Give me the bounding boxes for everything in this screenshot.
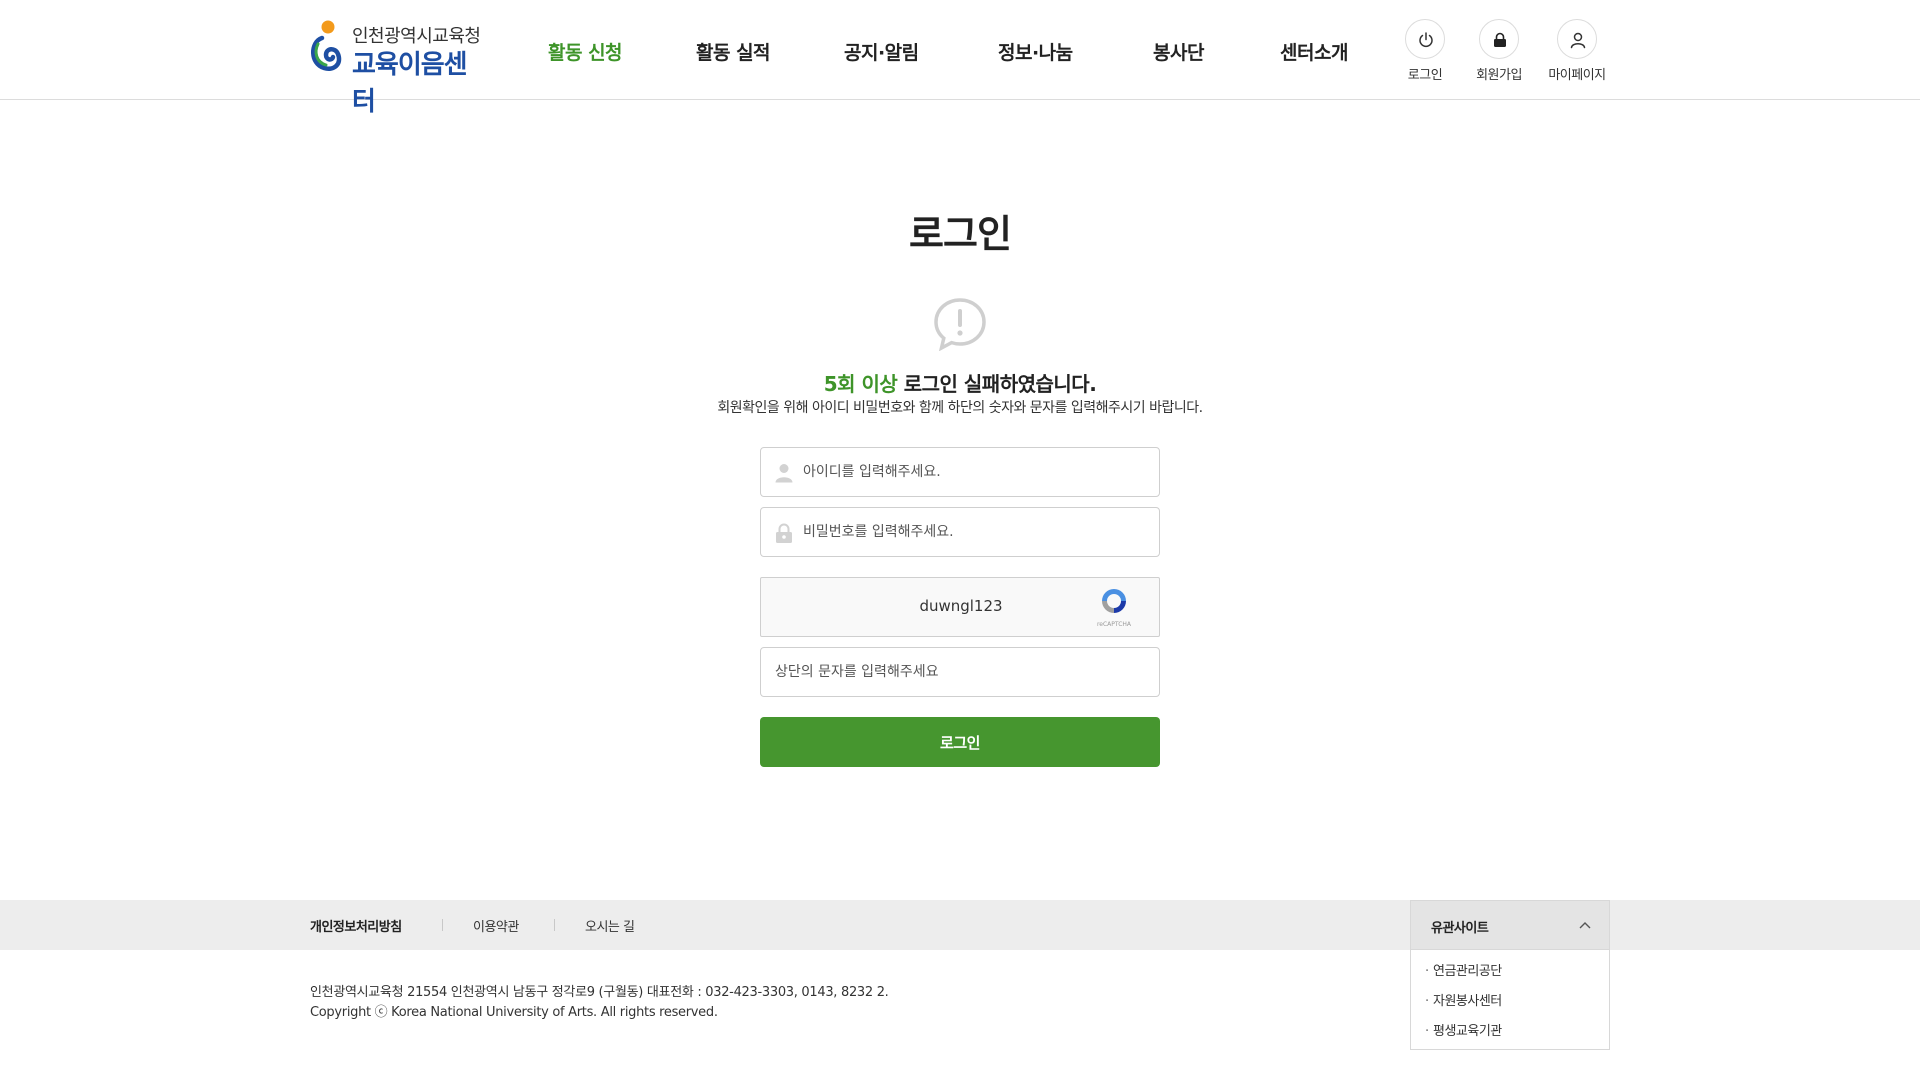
login-fail-description: 회원확인을 위해 아이디 비밀번호와 함께 하단의 숫자와 문자를 입력해주시기… (717, 400, 1203, 416)
footer-copyright: Copyright ⓒ Korea National University of… (310, 1005, 718, 1020)
login-link-label: 로그인 (1407, 68, 1443, 83)
nav-activity-apply[interactable]: 활동 신청 (548, 38, 623, 65)
nav-about[interactable]: 센터소개 (1280, 38, 1348, 65)
lock-icon (1494, 32, 1506, 47)
password-field (760, 507, 1160, 557)
footer-directions-link[interactable]: 오시는 길 (585, 916, 635, 935)
footer-link-bar (0, 900, 1920, 950)
user-icon (1570, 32, 1586, 49)
site-header: 인천광역시교육청 교육이음센터 활동 신청 활동 실적 공지·알림 정보·나눔 … (0, 0, 1920, 117)
signup-link-label: 회원가입 (1476, 68, 1522, 83)
logo-text-center: 교육이음센터 (352, 50, 468, 117)
login-button[interactable]: 로그인 (760, 717, 1160, 767)
nav-activity-record[interactable]: 활동 실적 (696, 38, 771, 65)
alert-speech-bubble-icon (934, 298, 986, 351)
family-site-item-label: 연금관리공단 (1433, 964, 1502, 979)
footer-privacy-link[interactable]: 개인정보처리방침 (310, 916, 402, 935)
logo-emblem-icon (311, 20, 342, 71)
captcha-box: duwngl123 reCAPTCHA (760, 577, 1160, 637)
login-fail-message: 5회 이상 로그인 실패하였습니다. (0, 368, 1920, 397)
family-site-item[interactable]: · 자원봉사센터 (1411, 990, 1609, 1020)
recaptcha-badge: reCAPTCHA (1093, 586, 1135, 632)
recaptcha-label: reCAPTCHA (1096, 621, 1132, 628)
captcha-answer-field (760, 647, 1160, 697)
captcha-answer-input[interactable] (761, 648, 1159, 696)
mypage-link[interactable]: 마이페이지 (1537, 19, 1617, 83)
fail-count-highlight: 5회 이상 (823, 372, 898, 396)
footer-divider (554, 919, 555, 931)
footer-terms-link[interactable]: 이용약관 (473, 916, 519, 935)
family-site-toggle[interactable]: 유관사이트 (1410, 900, 1610, 950)
family-site-item-label: 평생교육기관 (1433, 1024, 1502, 1039)
site-logo[interactable]: 인천광역시교육청 교육이음센터 (308, 20, 488, 117)
family-site-item[interactable]: · 평생교육기관 (1411, 1020, 1609, 1050)
family-site-list: · 연금관리공단 · 자원봉사센터 · 평생교육기관 (1410, 950, 1610, 1050)
mypage-link-label: 마이페이지 (1548, 68, 1606, 83)
nav-info-share[interactable]: 정보·나눔 (998, 38, 1073, 65)
page-title: 로그인 (909, 212, 1012, 256)
nav-notice[interactable]: 공지·알림 (844, 38, 919, 65)
recaptcha-icon (1102, 589, 1126, 613)
fail-message-text: 로그인 실패하였습니다. (897, 372, 1097, 396)
password-input[interactable] (761, 508, 1159, 556)
user-id-input[interactable] (761, 448, 1159, 496)
power-icon (1419, 32, 1433, 48)
nav-volunteer[interactable]: 봉사단 (1153, 38, 1204, 65)
login-link[interactable]: 로그인 (1385, 19, 1465, 83)
chevron-up-icon (1579, 922, 1591, 929)
footer-divider (442, 919, 443, 931)
footer-address: 인천광역시교육청 21554 인천광역시 남동구 정각로9 (구월동) 대표전화… (310, 985, 889, 1000)
signup-link[interactable]: 회원가입 (1459, 19, 1539, 83)
family-site-label: 유관사이트 (1431, 921, 1489, 936)
family-site-item[interactable]: · 연금관리공단 (1411, 960, 1609, 990)
family-site-item-label: 자원봉사센터 (1433, 994, 1502, 1009)
user-id-field (760, 447, 1160, 497)
